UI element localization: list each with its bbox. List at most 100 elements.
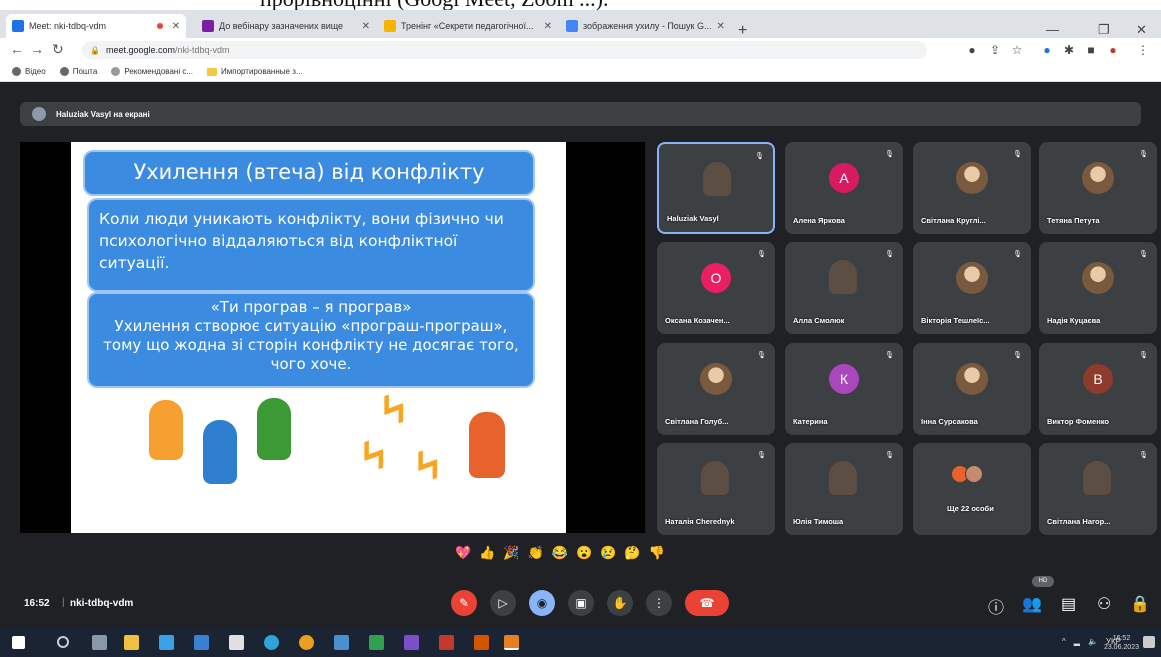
participant-tile[interactable]: 🎙 Юлія Тимоша: [785, 443, 903, 535]
close-tab-icon[interactable]: ✕: [172, 21, 180, 32]
address-bar[interactable]: 🔒 meet.google.com/nki-tdbq-vdm: [82, 41, 927, 59]
edge-icon[interactable]: [264, 635, 279, 650]
participant-name: Катерина: [793, 417, 828, 426]
store-icon[interactable]: [159, 635, 174, 650]
browser-toolbar: ← → ↻ 🔒 meet.google.com/nki-tdbq-vdm ● ⇪…: [0, 38, 1161, 62]
reaction-emoji-button[interactable]: 👏: [528, 544, 544, 562]
host-controls-icon[interactable]: 🔒: [1130, 594, 1150, 614]
bookmark-mail[interactable]: Пошта: [59, 67, 97, 76]
powerpoint-icon[interactable]: [439, 635, 454, 650]
reaction-emoji-button[interactable]: 💖: [455, 544, 471, 562]
more-options-button[interactable]: ⋮: [646, 590, 672, 616]
participant-name: Світлана Круглі...: [921, 216, 986, 225]
windows-taskbar: ^ ▂ 🔈 УКР 16:52 23.06.2023: [0, 628, 1161, 657]
bookmark-icon: [111, 67, 121, 76]
participant-tile[interactable]: 🎙 Надія Куцаєва: [1039, 242, 1157, 334]
reaction-emoji-button[interactable]: 👎: [649, 544, 665, 562]
star-icon[interactable]: ☆: [1010, 43, 1024, 57]
people-icon[interactable]: 👥: [1022, 594, 1042, 614]
chevron-up-icon[interactable]: ^: [1062, 637, 1066, 646]
back-icon[interactable]: ←: [10, 41, 24, 57]
menu-icon[interactable]: ⋮: [1136, 43, 1150, 57]
extension-icon[interactable]: ●: [1040, 43, 1054, 57]
participant-tile[interactable]: Ще 22 особи: [913, 443, 1031, 535]
viber-icon[interactable]: [404, 635, 419, 650]
camera-button[interactable]: ▷: [490, 590, 516, 616]
raise-hand-button[interactable]: ✋: [607, 590, 633, 616]
participant-tile[interactable]: 🎙 Haluziak Vasyl: [657, 142, 775, 234]
close-tab-icon[interactable]: ✕: [544, 21, 552, 32]
participant-tile[interactable]: 🎙 Тетяна Петута: [1039, 142, 1157, 234]
network-icon[interactable]: ▂: [1074, 637, 1080, 646]
reaction-emoji-button[interactable]: 😂: [552, 544, 568, 562]
present-button[interactable]: ▣: [568, 590, 594, 616]
sidebar-icon[interactable]: ■: [1084, 43, 1098, 57]
participant-tile[interactable]: 🎙 Інна Сурсакова: [913, 343, 1031, 435]
more-participants-avatars: [951, 465, 983, 483]
taskbar-clock[interactable]: 16:52 23.06.2023: [1104, 634, 1139, 652]
participant-tile[interactable]: 🎙 Світлана Круглі...: [913, 142, 1031, 234]
bookmark-imported[interactable]: Импортированные з...: [206, 67, 303, 76]
participant-tile[interactable]: 🎙 Алла Смолюк: [785, 242, 903, 334]
reaction-emoji-button[interactable]: 👍: [479, 544, 495, 562]
volume-icon[interactable]: 🔈: [1088, 637, 1098, 646]
meeting-clock: 16:52: [24, 598, 50, 609]
participant-tile[interactable]: А 🎙 Алена Яркова: [785, 142, 903, 234]
app-icon[interactable]: [474, 635, 489, 650]
participant-tile[interactable]: О 🎙 Оксана Козачен...: [657, 242, 775, 334]
participant-tile[interactable]: 🎙 Наталія Cherednyk: [657, 443, 775, 535]
reaction-emoji-button[interactable]: 😮: [576, 544, 592, 562]
leave-call-button[interactable]: ☎: [685, 590, 729, 616]
participant-name: Світлана Нагор...: [1047, 517, 1111, 526]
tasks-icon[interactable]: [194, 635, 209, 650]
notifications-icon[interactable]: [1143, 636, 1155, 648]
participant-video-feed: [829, 461, 857, 495]
share-icon[interactable]: ⇪: [988, 43, 1002, 57]
activities-icon[interactable]: ⚇: [1097, 594, 1111, 614]
participant-tile[interactable]: 🎙 Вікторія Тешлеїс...: [913, 242, 1031, 334]
app-icon[interactable]: [369, 635, 384, 650]
chat-icon[interactable]: ▤: [1061, 594, 1076, 614]
avatar: [32, 107, 46, 121]
tab-webinar[interactable]: До вебінару зазначених вище ✕: [196, 14, 376, 38]
close-window-icon[interactable]: ✕: [1136, 22, 1147, 38]
close-tab-icon[interactable]: ✕: [362, 21, 370, 32]
bookmark-video[interactable]: Відео: [12, 67, 46, 76]
puzzle-icon[interactable]: ✱: [1062, 43, 1076, 57]
mic-muted-icon: 🎙: [757, 251, 766, 258]
tab-search[interactable]: зображення ухилу - Пошук G... ✕: [560, 14, 730, 38]
captions-button[interactable]: ◉: [529, 590, 555, 616]
close-tab-icon[interactable]: ✕: [716, 21, 724, 32]
participant-tile[interactable]: В 🎙 Виктор Фоменко: [1039, 343, 1157, 435]
reaction-emoji-button[interactable]: 😢: [600, 544, 616, 562]
meet-control-bar: 16:52 | nki-tdbq-vdm ✎ ▷ ◉ ▣ ✋ ⋮ ☎ HD ⓘ …: [0, 576, 1161, 628]
chrome-icon[interactable]: [299, 635, 314, 650]
participant-tile[interactable]: 🎙 Світлана Нагор...: [1039, 443, 1157, 535]
minimize-icon[interactable]: —: [1046, 22, 1059, 37]
google-favicon-icon: [566, 20, 578, 32]
slide-body-2-heading: «Ти програв – я програв»: [210, 298, 412, 316]
file-explorer-icon[interactable]: [124, 635, 139, 650]
reaction-emoji-button[interactable]: 🤔: [624, 544, 640, 562]
info-icon[interactable]: ⓘ: [988, 594, 1004, 618]
participant-tile[interactable]: К 🎙 Катерина: [785, 343, 903, 435]
tab-meet[interactable]: Meet: nki-tdbq-vdm ✕: [6, 14, 186, 38]
forward-icon[interactable]: →: [30, 41, 44, 57]
shopping-icon[interactable]: [229, 635, 244, 650]
bookmark-recommended[interactable]: Рекомендовані с...: [111, 67, 193, 76]
reload-icon[interactable]: ↻: [52, 41, 64, 58]
windows-start-icon[interactable]: [12, 636, 25, 649]
reaction-emoji-button[interactable]: 🎉: [503, 544, 519, 562]
search-icon[interactable]: [57, 636, 69, 648]
active-app-icon[interactable]: [504, 635, 519, 650]
participant-video-feed: [829, 260, 857, 294]
participant-tile[interactable]: 🎙 Світлана Голуб...: [657, 343, 775, 435]
profile-icon[interactable]: ●: [1106, 43, 1120, 57]
mic-off-button[interactable]: ✎: [451, 590, 477, 616]
mail-icon[interactable]: [334, 635, 349, 650]
maximize-icon[interactable]: ❐: [1098, 22, 1110, 38]
hd-badge: HD: [1032, 576, 1054, 587]
tab-training[interactable]: Тренінг «Секрети педагогічної... ✕: [378, 14, 558, 38]
task-view-icon[interactable]: [92, 635, 107, 650]
camera-icon[interactable]: ●: [965, 43, 979, 57]
